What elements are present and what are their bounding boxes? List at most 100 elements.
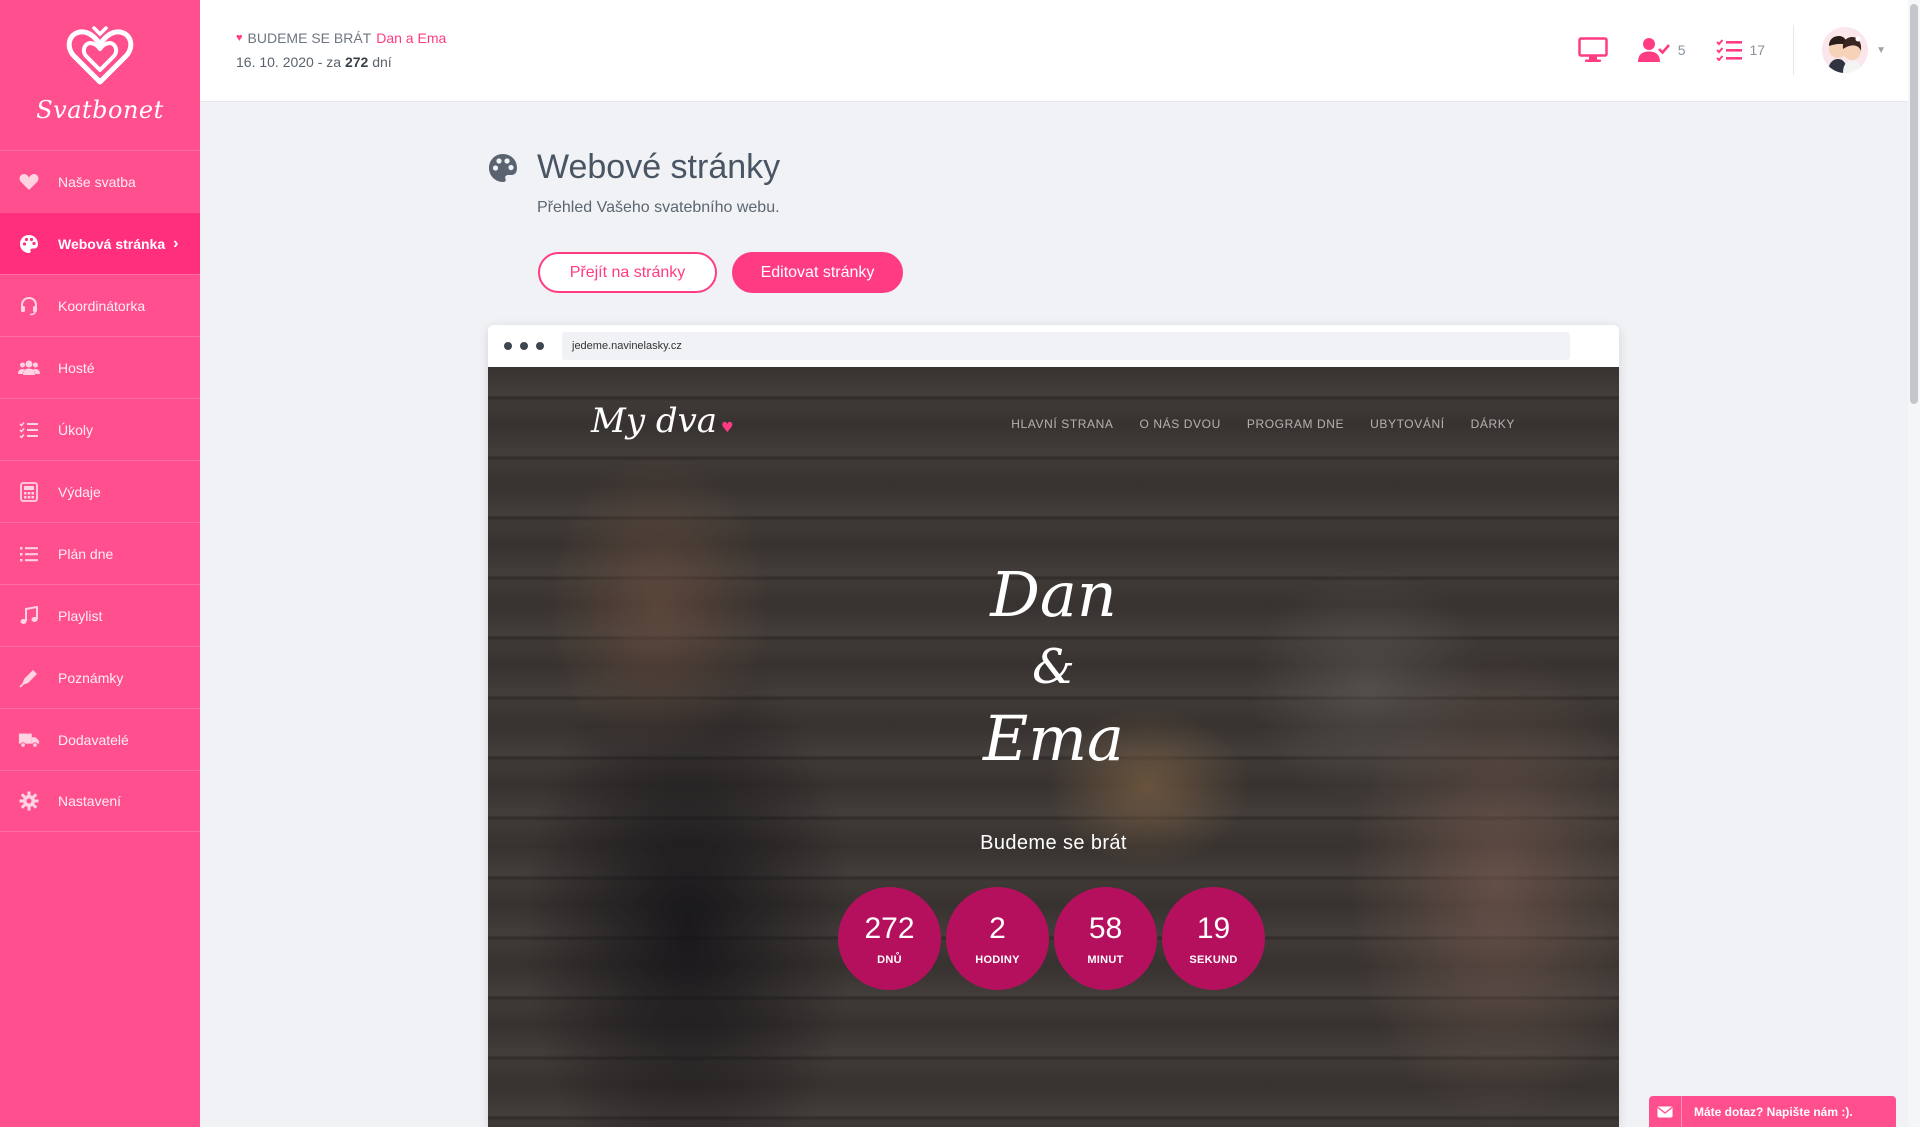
- sidebar-item-label: Dodavatelé: [58, 731, 129, 748]
- site-logo-text: My dva: [591, 401, 718, 441]
- countdown-value: 19: [1196, 911, 1231, 945]
- page-heading: Webové stránky Přehled Vašeho svatebního…: [487, 148, 780, 217]
- preview-url: jedeme.navinelasky.cz: [562, 332, 1570, 360]
- music-icon: [18, 605, 40, 627]
- countdown-unit: DNŮ: [877, 953, 902, 966]
- days-suffix: dní: [372, 54, 392, 70]
- chat-label: Máte dotaz? Napište nám :).: [1694, 1104, 1853, 1119]
- preview-hero: My dva ♥ HLAVNÍ STRANA O NÁS DVOU PROGRAM…: [488, 367, 1619, 1127]
- sidebar-item-hoste[interactable]: Hosté: [0, 336, 200, 398]
- chat-widget[interactable]: Máte dotaz? Napište nám :).: [1649, 1096, 1896, 1127]
- app-name: Svatbonet: [36, 96, 164, 124]
- scrollbar-thumb[interactable]: [1910, 4, 1918, 404]
- chevron-down-icon[interactable]: ▼: [1876, 45, 1886, 56]
- wedding-date-line: 16. 10. 2020 - za 272 dní: [236, 54, 446, 70]
- page-actions: Přejít na stránky Editovat stránky: [538, 252, 903, 293]
- sidebar-item-webova-stranka[interactable]: Webová stránka ›: [0, 212, 200, 274]
- countdown-hours: 2 HODINY: [946, 887, 1049, 990]
- countdown-unit: HODINY: [975, 953, 1020, 966]
- heart-icon: [18, 171, 40, 193]
- sidebar-item-label: Plán dne: [58, 545, 114, 562]
- countdown-unit: MINUT: [1087, 953, 1124, 966]
- guests-button[interactable]: 5: [1637, 37, 1686, 63]
- countdown-seconds: 19 SEKUND: [1162, 887, 1265, 990]
- edit-website-button[interactable]: Editovat stránky: [732, 252, 903, 293]
- page-title: Webové stránky: [537, 148, 781, 186]
- sidebar-item-label: Poznámky: [58, 669, 124, 686]
- header-actions: 5 17 ▼: [1548, 24, 1886, 76]
- palette-icon: [18, 233, 40, 255]
- wedding-label-line: ♥ BUDEME SE BRÁT Dan a Ema: [236, 30, 446, 46]
- guests-count: 5: [1677, 42, 1686, 58]
- sidebar-item-plan-dne[interactable]: Plán dne: [0, 522, 200, 584]
- double-heart-logo-icon: [66, 26, 134, 85]
- sidebar-item-label: Playlist: [58, 607, 103, 624]
- page-subtitle: Přehled Vašeho svatebního webu.: [537, 199, 780, 216]
- wedding-date: 16. 10. 2020: [236, 54, 314, 70]
- countdown: 272 DNŮ 2 HODINY 58 MINUT 19 SEKUND: [838, 887, 1265, 990]
- couple-avatar-icon: [1828, 36, 1863, 73]
- sidebar-item-koordinatorka[interactable]: Koordinátorka: [0, 274, 200, 336]
- page-scrollbar[interactable]: [1908, 0, 1920, 1127]
- site-nav-item: DÁRKY: [1470, 417, 1515, 431]
- countdown-value: 272: [864, 911, 915, 945]
- sidebar-item-label: Nastavení: [58, 793, 122, 809]
- header-divider: [1793, 25, 1795, 75]
- task-list-icon: [1715, 39, 1742, 61]
- hero-name-2: Ema: [982, 702, 1124, 775]
- calculator-icon: [18, 481, 40, 503]
- title-row: Webové stránky: [487, 148, 780, 187]
- sidebar-item-label: Koordinátorka: [58, 297, 146, 314]
- top-header: ♥ BUDEME SE BRÁT Dan a Ema 16. 10. 2020 …: [200, 0, 1908, 102]
- website-preview: jedeme.navinelasky.cz My dva ♥ HLAVNÍ STR…: [488, 325, 1619, 1127]
- sidebar-item-ukoly[interactable]: Úkoly: [0, 398, 200, 460]
- days-remaining: 272: [344, 54, 369, 70]
- tasks-count: 17: [1749, 42, 1766, 58]
- headset-icon: [18, 295, 40, 317]
- countdown-minutes: 58 MINUT: [1054, 887, 1157, 990]
- user-check-icon: [1637, 38, 1670, 62]
- browser-dot-icon: [536, 342, 544, 350]
- small-heart-icon: ♥: [236, 32, 243, 44]
- sidebar-item-label: Úkoly: [58, 421, 94, 438]
- monitor-icon: [1577, 37, 1608, 62]
- browser-dot-icon: [520, 342, 528, 350]
- sidebar-item-label: Webová stránka: [58, 235, 166, 252]
- sidebar-item-label: Naše svatba: [58, 173, 136, 190]
- sidebar-item-dodavatele[interactable]: Dodavatelé: [0, 708, 200, 770]
- palette-icon: [489, 153, 517, 182]
- countdown-days: 272 DNŮ: [838, 887, 941, 990]
- hero-name-1: Dan: [990, 558, 1117, 631]
- website-preview-button[interactable]: [1577, 37, 1608, 63]
- users-icon: [18, 357, 40, 379]
- couple-names: Dan a Ema: [376, 30, 447, 46]
- site-nav-item: HLAVNÍ STRANA: [1011, 417, 1114, 431]
- sidebar-item-label: Výdaje: [58, 483, 101, 500]
- site-logo: My dva ♥: [591, 401, 734, 441]
- browser-bar: jedeme.navinelasky.cz: [488, 325, 1619, 367]
- tasks-icon: [18, 419, 40, 441]
- sidebar-item-poznamky[interactable]: Poznámky: [0, 646, 200, 708]
- sidebar-item-vydaje[interactable]: Výdaje: [0, 460, 200, 522]
- sidebar-item-playlist[interactable]: Playlist: [0, 584, 200, 646]
- sidebar: Svatbonet Naše svatba Webová stránka › K…: [0, 0, 200, 1127]
- site-nav-item: UBYTOVÁNÍ: [1370, 417, 1445, 431]
- sidebar-item-label: Hosté: [58, 359, 95, 376]
- go-to-website-button[interactable]: Přejít na stránky: [538, 252, 717, 293]
- tasks-button[interactable]: 17: [1715, 39, 1766, 61]
- browser-dot-icon: [504, 342, 512, 350]
- wedding-info: ♥ BUDEME SE BRÁT Dan a Ema 16. 10. 2020 …: [236, 30, 446, 70]
- chevron-right-icon: ›: [173, 234, 179, 252]
- countdown-unit: SEKUND: [1189, 953, 1238, 966]
- list-icon: [18, 543, 40, 565]
- countdown-value: 58: [1088, 911, 1123, 945]
- site-nav-item: O NÁS DVOU: [1139, 417, 1221, 431]
- envelope-icon: [1649, 1106, 1681, 1118]
- sidebar-item-nastaveni[interactable]: Nastavení: [0, 770, 200, 832]
- couple-names-hero: Dan & Ema: [488, 557, 1619, 777]
- site-nav: HLAVNÍ STRANA O NÁS DVOU PROGRAM DNE UBY…: [1011, 417, 1515, 431]
- sidebar-item-nase-svatba[interactable]: Naše svatba: [0, 150, 200, 212]
- wedding-label: BUDEME SE BRÁT: [247, 30, 372, 46]
- avatar[interactable]: [1822, 27, 1869, 73]
- app-logo[interactable]: Svatbonet: [0, 0, 200, 150]
